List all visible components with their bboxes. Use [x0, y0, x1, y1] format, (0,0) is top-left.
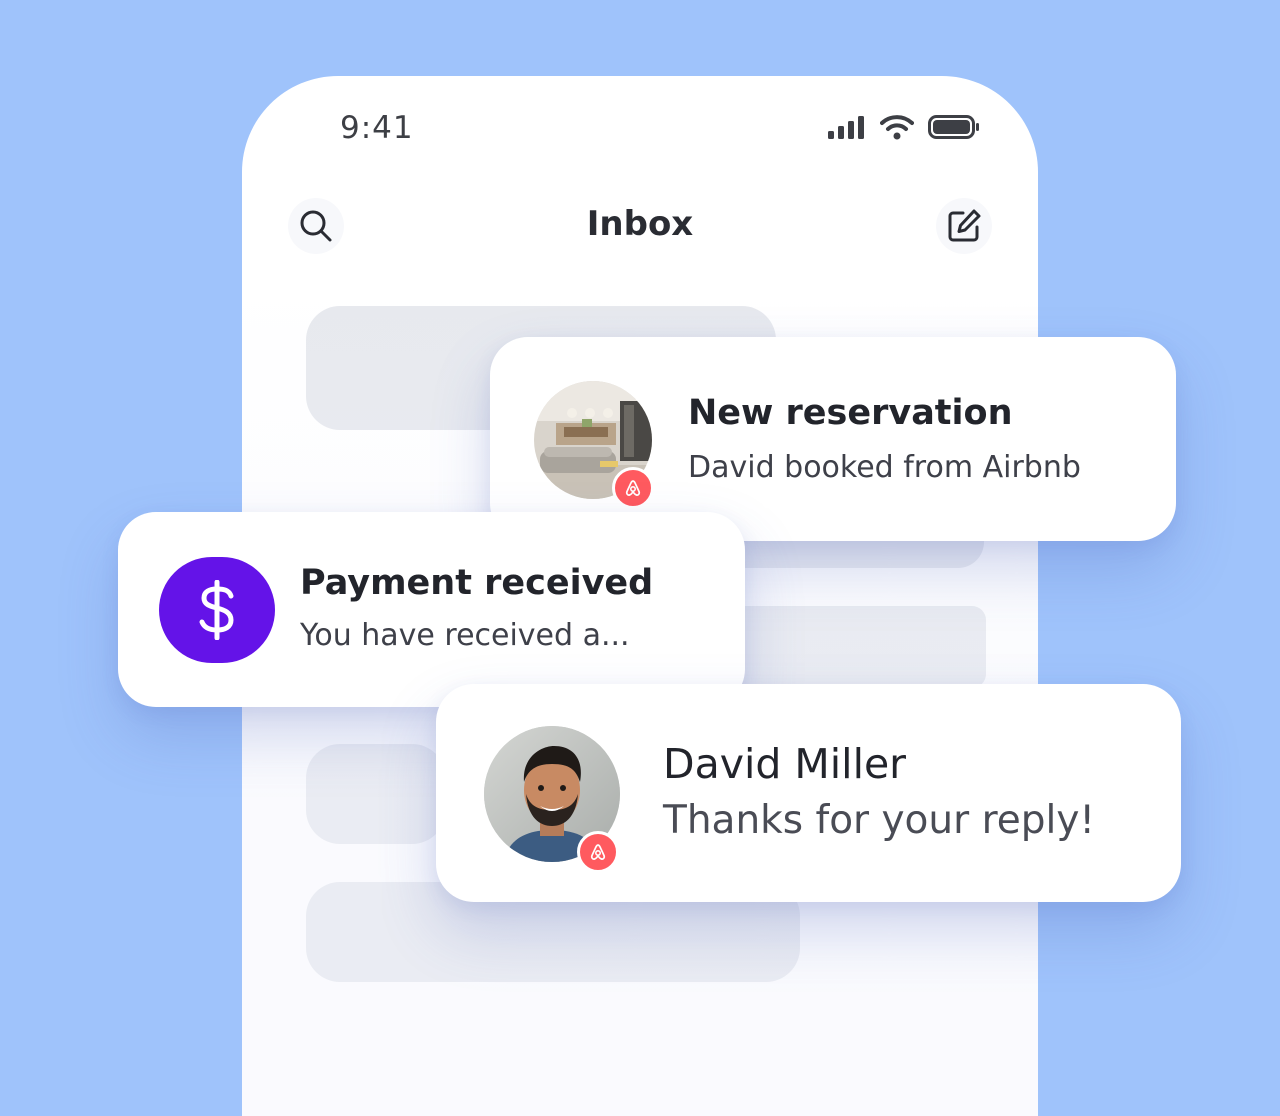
airbnb-icon: [625, 480, 641, 496]
wifi-icon: [880, 115, 914, 140]
notification-subtitle: David booked from Airbnb: [688, 450, 1081, 485]
status-icons: [828, 114, 980, 140]
airbnb-badge: [612, 467, 654, 509]
notification-title: Payment received: [300, 563, 654, 603]
payment-avatar: [159, 557, 275, 663]
status-time: 9:41: [340, 110, 414, 146]
signal-icon: [828, 116, 864, 139]
page-title: Inbox: [586, 204, 694, 244]
compose-icon: [948, 209, 981, 242]
battery-icon: [928, 115, 979, 139]
compose-button[interactable]: [936, 198, 992, 254]
notification-card-payment[interactable]: Payment received You have received a...: [118, 512, 745, 707]
dollar-icon: [199, 580, 234, 640]
notification-card-message[interactable]: David Miller Thanks for your reply!: [436, 684, 1181, 902]
airbnb-icon: [590, 844, 606, 860]
notification-subtitle: You have received a...: [300, 618, 630, 653]
notification-card-reservation[interactable]: New reservation David booked from Airbnb: [490, 337, 1176, 541]
notification-title: David Miller: [663, 740, 907, 788]
skeleton-row: [306, 744, 446, 844]
airbnb-badge: [577, 831, 619, 873]
notification-title: New reservation: [688, 393, 1013, 433]
notification-subtitle: Thanks for your reply!: [663, 798, 1096, 843]
